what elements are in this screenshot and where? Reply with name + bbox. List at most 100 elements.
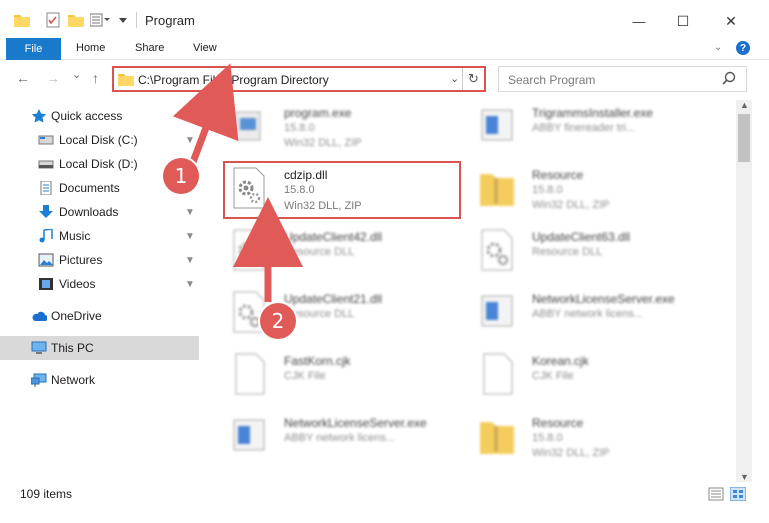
forward-button[interactable]: → (46, 70, 60, 86)
step-marker-1: 1 (163, 158, 199, 194)
expand-ribbon-icon[interactable]: ⌄ (714, 42, 722, 53)
file-name: FastKorn.cjk (284, 354, 351, 368)
tab-share[interactable]: Share (135, 42, 164, 54)
sidebar-item-label: OneDrive (51, 309, 102, 323)
file-meta: ABBY network licens... (284, 432, 396, 444)
blank-file-icon (235, 353, 265, 395)
blank-file-icon (483, 353, 513, 395)
title-bar: Program — ☐ ✕ (0, 0, 769, 40)
file-highlight-box (223, 161, 461, 219)
search-input[interactable]: Search Program (498, 66, 747, 92)
scroll-thumb[interactable] (738, 114, 750, 162)
sidebar-item-music[interactable]: Music ▼ (0, 224, 199, 248)
sidebar-item-label: Local Disk (C:) (59, 133, 138, 147)
file-meta: Win32 DLL, ZIP (532, 447, 610, 459)
file-meta: 15.8.0 (532, 184, 563, 196)
drive-icon (38, 160, 54, 169)
download-icon (39, 205, 53, 218)
file-meta: CJK File (284, 370, 326, 382)
sidebar-item-network[interactable]: Network (0, 368, 199, 392)
file-name: TrigrammsInstaller.exe (532, 106, 653, 120)
network-icon (31, 373, 47, 387)
step-marker-2: 2 (260, 303, 296, 339)
folder-zip-icon (480, 422, 514, 454)
file-item[interactable]: UpdateClient21.dll Resource DLL (220, 286, 460, 346)
tab-home[interactable]: Home (76, 42, 105, 54)
file-item[interactable]: FastKorn.cjk CJK File (220, 348, 460, 408)
scroll-up-icon[interactable]: ▲ (740, 100, 749, 110)
file-meta: ABBY network licens... (532, 308, 644, 320)
file-meta: Resource DLL (284, 246, 355, 258)
sidebar-item-label: Pictures (59, 253, 103, 267)
file-item[interactable]: Resource 15.8.0 Win32 DLL, ZIP (468, 410, 708, 470)
exe-icon (233, 419, 265, 451)
sidebar-item-quick-access[interactable]: Quick access (0, 104, 199, 128)
sidebar-item-videos[interactable]: Videos ▼ (0, 272, 199, 296)
file-name: NetworkLicenseServer.exe (532, 292, 675, 306)
search-placeholder: Search Program (508, 73, 596, 87)
pin-icon[interactable]: ▼ (185, 231, 195, 242)
chevron-down-icon[interactable] (118, 10, 128, 30)
file-item[interactable]: NetworkLicenseServer.exe ABBY network li… (468, 286, 708, 346)
address-path[interactable]: C:\Program Files\Program Directory (138, 73, 329, 87)
sidebar-item-downloads[interactable]: Downloads ▼ (0, 200, 199, 224)
pin-icon[interactable]: ▼ (185, 207, 195, 218)
file-item[interactable]: TrigrammsInstaller.exe ABBY finereader t… (468, 100, 708, 160)
properties-icon[interactable] (46, 10, 60, 30)
exe-icon (481, 295, 513, 327)
file-name: UpdateClient42.dll (284, 230, 383, 244)
sidebar-item-label: Documents (59, 181, 120, 195)
file-item[interactable]: NetworkLicenseServer.exe ABBY network li… (220, 410, 460, 470)
sidebar-item-label: Music (59, 229, 91, 243)
file-name: UpdateClient21.dll (284, 292, 383, 306)
sidebar-item-local-disk-c[interactable]: Local Disk (C:) ▼ (0, 128, 199, 152)
recent-locations-button[interactable]: ⌄ (72, 68, 81, 81)
file-name: Korean.cjk (532, 354, 589, 368)
navigation-pane: Quick access Local Disk (C:) ▼ Local Dis… (0, 100, 202, 478)
file-item[interactable]: Korean.cjk CJK File (468, 348, 708, 408)
up-button[interactable]: ↑ (92, 70, 99, 86)
sidebar-item-label: Network (51, 373, 96, 387)
file-name: program.exe (284, 106, 352, 120)
pin-icon[interactable]: ▼ (185, 279, 195, 290)
file-item[interactable]: Resource 15.8.0 Win32 DLL, ZIP (468, 162, 708, 222)
sidebar-item-this-pc[interactable]: This PC (0, 336, 199, 360)
vertical-scrollbar[interactable]: ▲ ▼ (736, 100, 752, 482)
refresh-button[interactable]: ↻ (462, 68, 484, 90)
pin-icon[interactable]: ▼ (185, 135, 195, 146)
tab-file[interactable]: File (6, 38, 61, 60)
pin-icon[interactable]: ▼ (185, 255, 195, 266)
file-item[interactable]: UpdateClient63.dll Resource DLL (468, 224, 708, 284)
file-item[interactable]: UpdateClient42.dll Resource DLL (220, 224, 460, 284)
file-name: Resource (532, 168, 584, 182)
file-item[interactable]: program.exe 15.8.0 Win32 DLL, ZIP (220, 100, 460, 160)
sidebar-item-label: Local Disk (D:) (59, 157, 138, 171)
new-folder-icon[interactable] (68, 10, 84, 30)
navigation-bar: ← → ⌄ ↑ C:\Program Files\Program Directo… (0, 62, 769, 96)
folder-icon (14, 10, 30, 30)
exe-icon (235, 111, 261, 141)
close-button[interactable]: ✕ (718, 8, 744, 34)
file-meta: 15.8.0 (532, 432, 563, 444)
maximize-button[interactable]: ☐ (670, 8, 696, 34)
address-dropdown-icon[interactable]: ⌄ (450, 72, 459, 85)
window-title: Program (145, 13, 195, 28)
search-icon[interactable] (721, 70, 737, 86)
customize-toolbar-icon[interactable] (90, 10, 110, 30)
help-icon[interactable]: ? (736, 41, 750, 55)
dll-gear-icon (481, 229, 513, 271)
back-button[interactable]: ← (16, 70, 30, 86)
tab-view[interactable]: View (193, 42, 217, 54)
address-bar[interactable]: C:\Program Files\Program Directory ⌄ ↻ (112, 66, 486, 92)
minimize-button[interactable]: — (626, 8, 652, 34)
exe-icon (481, 109, 513, 141)
dll-gear-icon (233, 229, 265, 271)
music-icon (39, 229, 53, 243)
sidebar-item-onedrive[interactable]: OneDrive (0, 304, 199, 328)
item-count: 109 items (20, 487, 73, 501)
scroll-down-icon[interactable]: ▼ (740, 472, 749, 482)
documents-icon (40, 181, 52, 195)
sidebar-item-pictures[interactable]: Pictures ▼ (0, 248, 199, 272)
details-view-icon[interactable] (708, 487, 724, 501)
tiles-view-icon[interactable] (730, 487, 746, 501)
